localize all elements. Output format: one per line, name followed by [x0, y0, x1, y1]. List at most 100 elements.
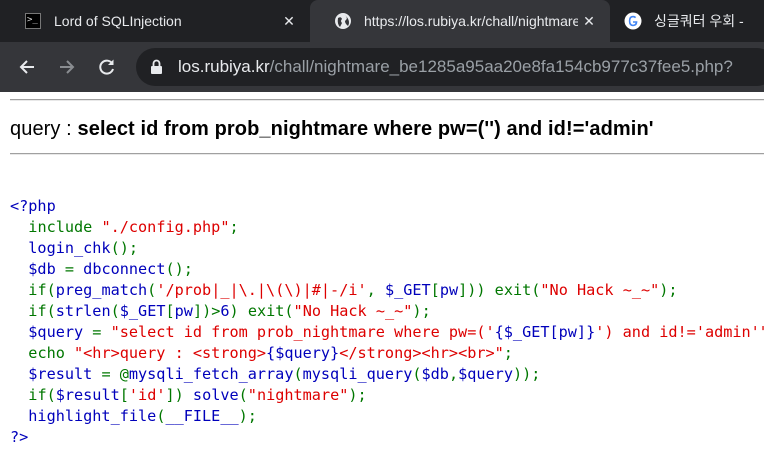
code-token: ]): [165, 386, 193, 404]
code-token: "<hr>query : <strong>: [74, 344, 267, 362]
reload-icon: [99, 59, 114, 75]
tab-google-search[interactable]: 싱글쿼터 우회 -: [610, 0, 764, 42]
code-token: 'id': [128, 386, 166, 404]
code-token: ') and id!='admin'": [595, 323, 764, 341]
code-token: (: [110, 302, 120, 320]
code-token: highlight_file: [10, 407, 157, 425]
code-token: solve: [192, 386, 239, 404]
code-token: {$_GET[pw]}: [494, 323, 596, 341]
address-bar[interactable]: los.rubiya.kr/chall/nightmare_be1285a95a…: [136, 48, 764, 86]
code-token: "No Hack ~_~": [293, 302, 413, 320]
code-token: $query: [458, 365, 513, 383]
code-token: "nightmare": [247, 386, 349, 404]
code-token: mysqli_query: [302, 365, 413, 383]
code-token: ])) exit(: [458, 281, 541, 299]
code-token: [: [119, 386, 129, 404]
code-line: $db = dbconnect();: [10, 259, 764, 280]
code-token: mysqli_fetch_array: [128, 365, 294, 383]
tab-title: https://los.rubiya.kr/chall/nightmare: [364, 13, 578, 29]
code-token: [: [165, 302, 175, 320]
code-line: include "./config.php";: [10, 217, 764, 238]
tab-lord-of-sqlinjection[interactable]: >_ Lord of SQLInjection ✕: [0, 0, 310, 42]
code-token: $db: [421, 365, 449, 383]
back-button[interactable]: [12, 52, 42, 82]
code-token: );: [659, 281, 678, 299]
close-icon[interactable]: ✕: [278, 10, 300, 32]
code-token: echo: [28, 344, 75, 362]
url-host: los.rubiya.kr: [178, 57, 270, 76]
code-token: $db: [10, 260, 65, 278]
code-line: ?>: [10, 427, 764, 448]
code-token: "No Hack ~_~": [540, 281, 660, 299]
code-token: "select id from prob_nightmare where pw=…: [110, 323, 495, 341]
code-token: include: [28, 218, 102, 236]
code-line: <?php: [10, 196, 764, 217]
page-content: query : select id from prob_nightmare wh…: [0, 92, 764, 458]
code-token: ();: [110, 239, 139, 257]
arrow-left-icon: [19, 60, 34, 74]
code-token: [: [430, 281, 440, 299]
globe-icon: [334, 12, 352, 30]
code-token: $_GET: [119, 302, 166, 320]
code-token: ) exit(: [229, 302, 294, 320]
browser-toolbar: los.rubiya.kr/chall/nightmare_be1285a95a…: [0, 42, 764, 92]
code-token: ));: [512, 365, 541, 383]
code-line: if($result['id']) solve("nightmare");: [10, 385, 764, 406]
url-path: /chall/nightmare_be1285a95aa20e8fa154cb9…: [269, 57, 733, 76]
code-token: ;: [229, 218, 239, 236]
code-token: '/prob|_|\.|\(\)|#|-/i': [156, 281, 367, 299]
code-token: (: [147, 281, 157, 299]
code-line: if(preg_match('/prob|_|\.|\(\)|#|-/i', $…: [10, 280, 764, 301]
code-token: ,: [366, 281, 385, 299]
code-token: preg_match: [55, 281, 148, 299]
tab-nightmare-challenge[interactable]: https://los.rubiya.kr/chall/nightmare ✕: [310, 0, 610, 42]
terminal-icon: >_: [24, 12, 42, 30]
code-token: dbconnect: [83, 260, 166, 278]
code-token: ();: [165, 260, 193, 278]
code-token: (: [412, 365, 422, 383]
code-token: strlen: [55, 302, 111, 320]
code-line: $query = "select id from prob_nightmare …: [10, 322, 764, 343]
code-line: echo "<hr>query : <strong>{$query}</stro…: [10, 343, 764, 364]
url-text: los.rubiya.kr/chall/nightmare_be1285a95a…: [178, 57, 733, 77]
code-token: =: [92, 323, 111, 341]
code-token: <?php: [10, 197, 56, 215]
code-token: $result: [10, 365, 102, 383]
code-token: (: [238, 386, 248, 404]
forward-button[interactable]: [52, 52, 82, 82]
code-token: __FILE__: [165, 407, 239, 425]
code-line: $result = @mysqli_fetch_array(mysqli_que…: [10, 364, 764, 385]
arrow-right-icon: [60, 60, 75, 74]
code-token: "./config.php": [101, 218, 230, 236]
query-output: query : select id from prob_nightmare wh…: [10, 118, 654, 141]
query-sql: select id from prob_nightmare where pw=(…: [77, 118, 654, 140]
code-token: (: [293, 365, 303, 383]
tab-strip: >_ Lord of SQLInjection ✕ https://los.ru…: [0, 0, 764, 42]
lock-icon[interactable]: [150, 59, 164, 75]
tab-title: 싱글쿼터 우회 -: [654, 13, 744, 29]
tab-title: Lord of SQLInjection: [54, 13, 182, 29]
php-source-code: <?php include "./config.php"; login_chk(…: [10, 196, 764, 448]
code-line: highlight_file(__FILE__);: [10, 406, 764, 427]
code-token: if(: [28, 302, 56, 320]
code-token: ])>: [192, 302, 221, 320]
code-token: pw: [439, 281, 459, 299]
code-token: $query: [10, 323, 93, 341]
horizontal-rule: [10, 153, 764, 155]
code-token: login_chk: [10, 239, 111, 257]
reload-button[interactable]: [92, 52, 122, 82]
code-token: );: [412, 302, 431, 320]
google-icon: [624, 12, 642, 30]
code-token: {$query}: [266, 344, 340, 362]
close-icon[interactable]: ✕: [578, 10, 600, 32]
code-line: login_chk();: [10, 238, 764, 259]
code-token: 6: [220, 302, 230, 320]
code-token: );: [348, 386, 367, 404]
code-token: );: [238, 407, 257, 425]
query-prefix: query :: [10, 118, 78, 140]
code-token: ;: [503, 344, 513, 362]
